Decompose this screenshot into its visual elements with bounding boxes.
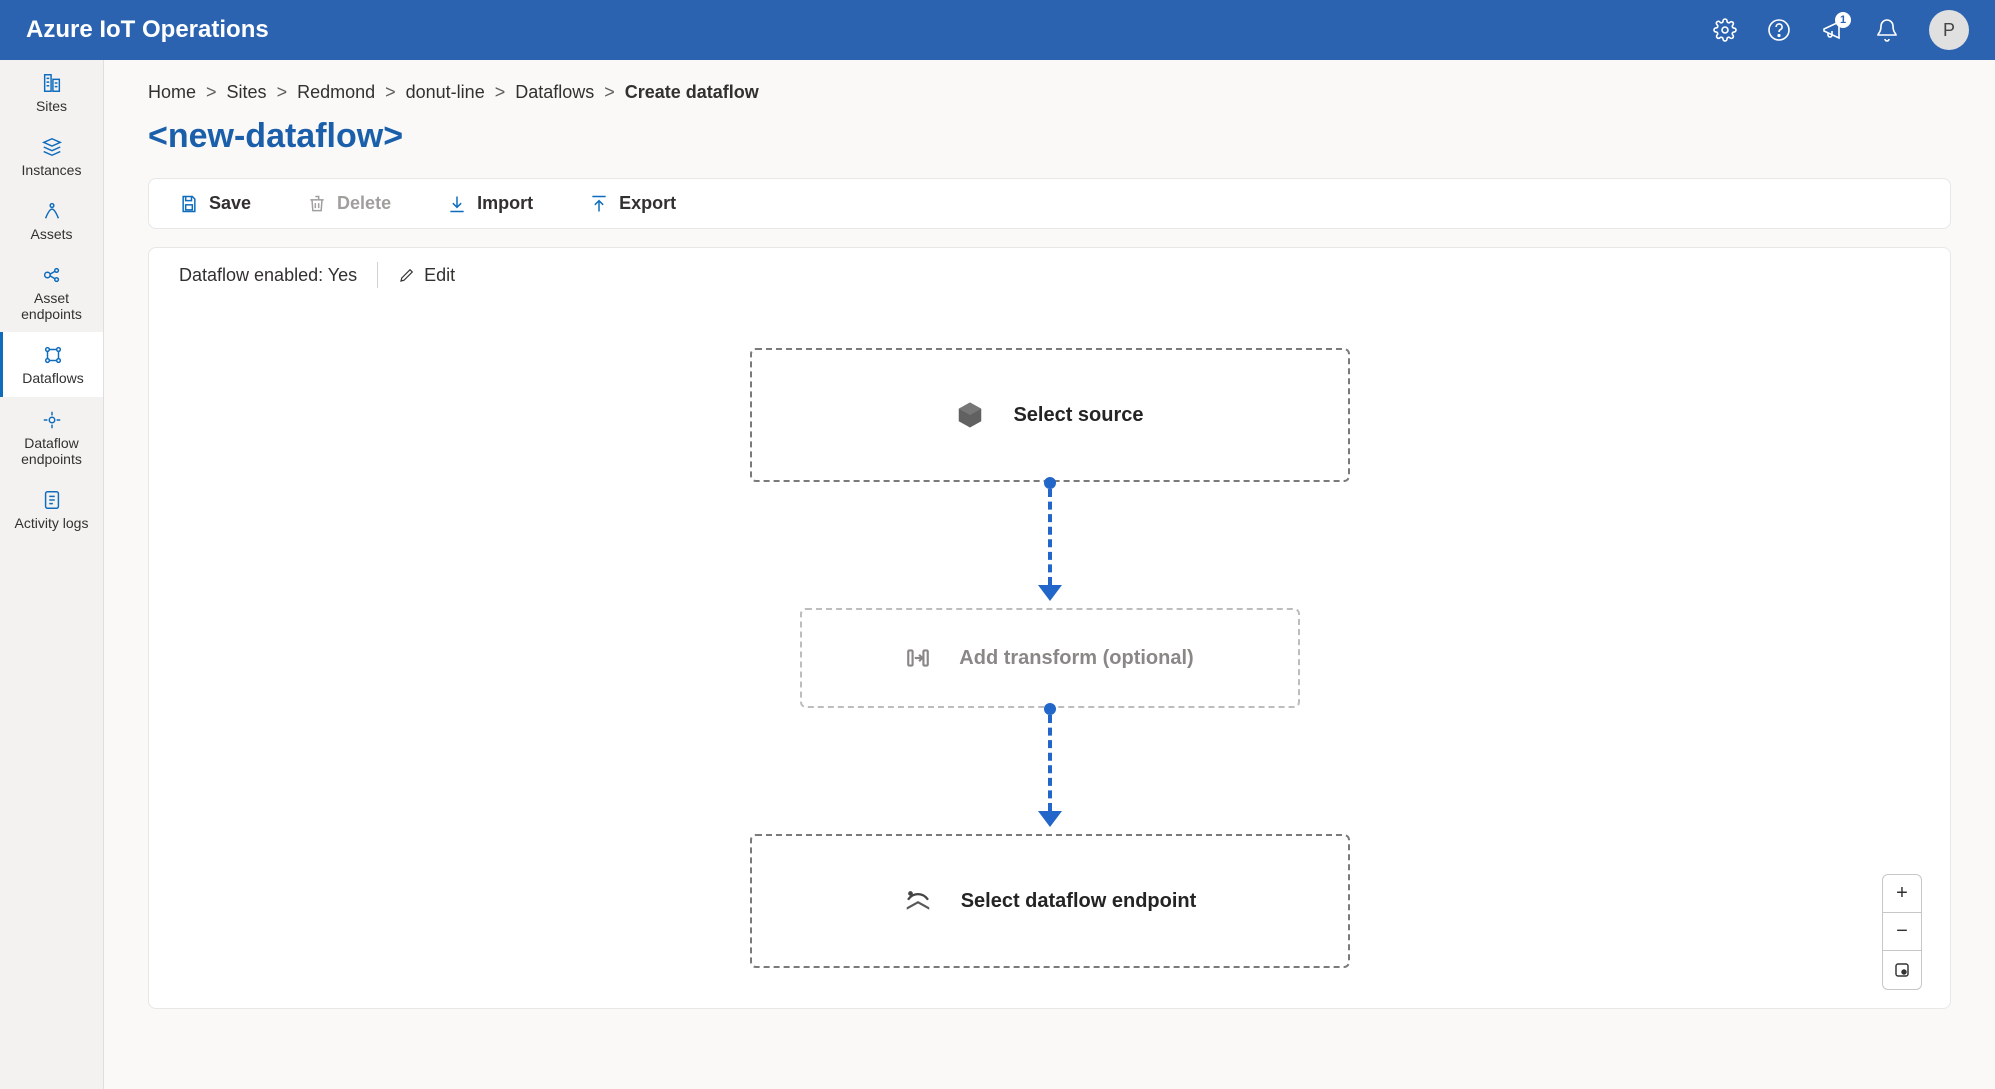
dataflow-endpoints-icon	[41, 409, 63, 431]
save-label: Save	[209, 193, 251, 214]
import-icon	[447, 194, 467, 214]
sidebar-label: Activity logs	[15, 515, 89, 531]
settings-button[interactable]	[1703, 8, 1747, 52]
header-icons: 1 P	[1703, 8, 1969, 52]
breadcrumb-sep: >	[495, 82, 506, 103]
dataflow-enabled-label: Dataflow enabled: Yes	[179, 265, 357, 286]
export-button[interactable]: Export	[589, 193, 676, 214]
transform-label: Add transform (optional)	[959, 647, 1193, 670]
delete-button: Delete	[307, 193, 391, 214]
save-icon	[179, 194, 199, 214]
sidebar-item-dataflow-endpoints[interactable]: Dataflow endpoints	[0, 397, 103, 477]
delete-label: Delete	[337, 193, 391, 214]
breadcrumb-sep: >	[604, 82, 615, 103]
connector-line	[1048, 489, 1052, 585]
connector-arrow	[1038, 811, 1062, 827]
connector-dot	[1044, 703, 1056, 715]
canvas-header: Dataflow enabled: Yes Edit	[149, 248, 1950, 302]
import-button[interactable]: Import	[447, 193, 533, 214]
alerts-badge: 1	[1835, 12, 1851, 28]
zoom-in-button[interactable]: +	[1883, 875, 1921, 913]
sidebar-item-asset-endpoints[interactable]: Asset endpoints	[0, 252, 103, 332]
sidebar-label: Dataflow endpoints	[7, 435, 97, 467]
sites-icon	[41, 72, 63, 94]
breadcrumb-sep: >	[277, 82, 288, 103]
dataflows-icon	[42, 344, 64, 366]
zoom-out-button[interactable]: −	[1883, 913, 1921, 951]
connector-arrow	[1038, 585, 1062, 601]
endpoint-icon	[903, 886, 933, 916]
bell-icon	[1875, 18, 1899, 42]
connector-line	[1048, 715, 1052, 811]
source-label: Select source	[1013, 404, 1143, 427]
edit-button[interactable]: Edit	[398, 265, 455, 286]
import-label: Import	[477, 193, 533, 214]
sidebar-label: Assets	[30, 226, 72, 242]
sidebar-item-dataflows[interactable]: Dataflows	[0, 332, 103, 396]
select-source-node[interactable]: Select source	[750, 348, 1350, 482]
sidebar-label: Asset endpoints	[7, 290, 97, 322]
sidebar-label: Dataflows	[22, 370, 83, 386]
breadcrumb-link[interactable]: Redmond	[297, 82, 375, 103]
separator	[377, 262, 378, 288]
alerts-button[interactable]: 1	[1811, 8, 1855, 52]
assets-icon	[41, 200, 63, 222]
fit-icon	[1894, 962, 1910, 978]
sidebar-item-sites[interactable]: Sites	[0, 60, 103, 124]
save-button[interactable]: Save	[179, 193, 251, 214]
notifications-button[interactable]	[1865, 8, 1909, 52]
canvas: Dataflow enabled: Yes Edit Select source	[148, 247, 1951, 1009]
top-header: Azure IoT Operations 1 P	[0, 0, 1995, 60]
breadcrumb-link[interactable]: Dataflows	[515, 82, 594, 103]
sidebar-label: Sites	[36, 98, 67, 114]
page-title: <new-dataflow>	[148, 117, 1951, 156]
help-icon	[1767, 18, 1791, 42]
endpoint-label: Select dataflow endpoint	[961, 890, 1197, 913]
flow-area[interactable]: Select source Add transform (optional) S…	[149, 302, 1950, 1004]
help-button[interactable]	[1757, 8, 1801, 52]
asset-endpoints-icon	[41, 264, 63, 286]
zoom-controls: + −	[1882, 874, 1922, 990]
zoom-fit-button[interactable]	[1883, 951, 1921, 989]
toolbar: Save Delete Import Export	[148, 178, 1951, 229]
breadcrumb-sep: >	[206, 82, 217, 103]
sidebar-item-assets[interactable]: Assets	[0, 188, 103, 252]
breadcrumb-link[interactable]: donut-line	[406, 82, 485, 103]
breadcrumb-sep: >	[385, 82, 396, 103]
edit-icon	[398, 266, 416, 284]
sidebar-item-activity-logs[interactable]: Activity logs	[0, 477, 103, 541]
breadcrumb-current: Create dataflow	[625, 82, 759, 103]
breadcrumb-link[interactable]: Home	[148, 82, 196, 103]
connector-dot	[1044, 477, 1056, 489]
app-title: Azure IoT Operations	[26, 16, 1703, 44]
breadcrumb-link[interactable]: Sites	[227, 82, 267, 103]
avatar[interactable]: P	[1929, 10, 1969, 50]
transform-icon	[905, 645, 931, 671]
delete-icon	[307, 194, 327, 214]
select-endpoint-node[interactable]: Select dataflow endpoint	[750, 834, 1350, 968]
sidebar-label: Instances	[22, 162, 82, 178]
cube-icon	[955, 400, 985, 430]
sidebar-item-instances[interactable]: Instances	[0, 124, 103, 188]
sidebar: Sites Instances Assets Asset endpoints D…	[0, 60, 104, 1089]
activity-logs-icon	[41, 489, 63, 511]
instances-icon	[41, 136, 63, 158]
export-icon	[589, 194, 609, 214]
breadcrumb: Home > Sites > Redmond > donut-line > Da…	[148, 82, 1951, 103]
edit-label: Edit	[424, 265, 455, 286]
gear-icon	[1713, 18, 1737, 42]
export-label: Export	[619, 193, 676, 214]
main: Home > Sites > Redmond > donut-line > Da…	[104, 60, 1995, 1089]
add-transform-node[interactable]: Add transform (optional)	[800, 608, 1300, 708]
